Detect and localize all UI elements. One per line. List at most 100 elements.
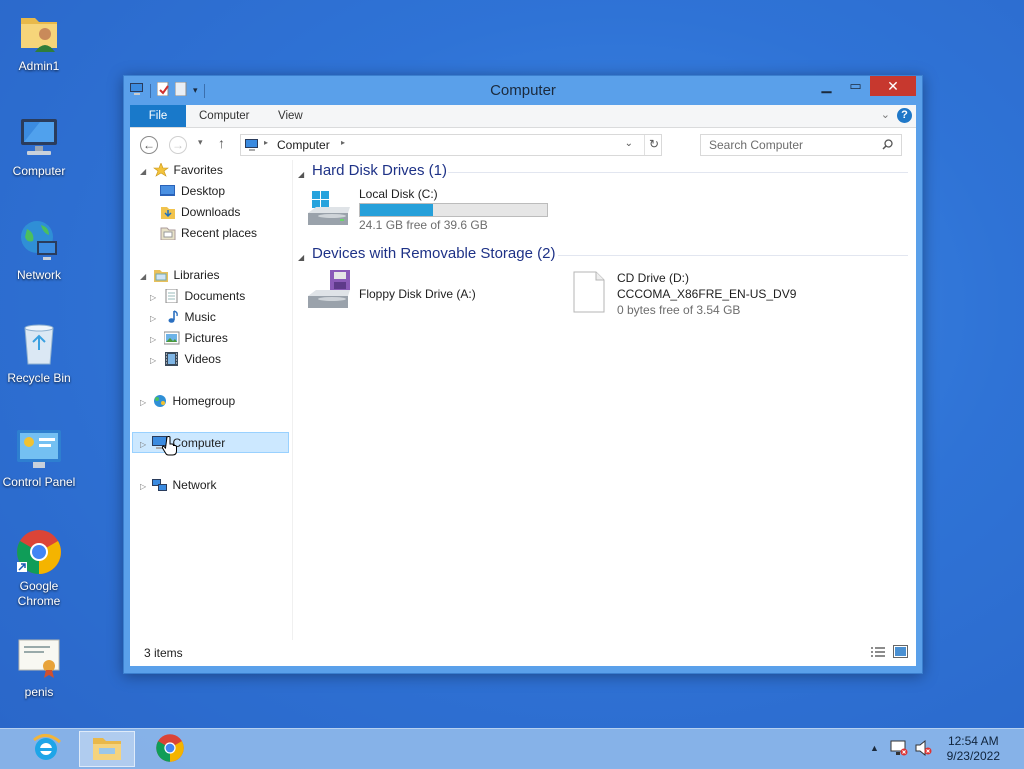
recent-places-icon	[160, 226, 176, 241]
collapsed-arrow-icon[interactable]: ▷	[140, 482, 146, 491]
internet-explorer-icon	[30, 732, 62, 767]
tab-view[interactable]: View	[278, 105, 303, 127]
desktop-icon-control-panel[interactable]: Control Panel	[0, 424, 78, 490]
nav-item-recent-places[interactable]: Recent places	[160, 223, 257, 243]
nav-item-label: Computer	[172, 436, 226, 450]
drive-item-floppy-a[interactable]: Floppy Disk Drive (A:)	[304, 268, 554, 316]
nav-item-music[interactable]: ▷ Music	[150, 307, 216, 327]
desktop-icon-computer[interactable]: Computer	[0, 113, 78, 179]
expanded-arrow-icon[interactable]: ◢	[140, 272, 146, 281]
taskbar-file-explorer[interactable]	[79, 731, 135, 767]
nav-item-homegroup[interactable]: ▷ Homegroup	[140, 391, 235, 411]
refresh-icon[interactable]: ↻	[649, 137, 659, 151]
drive-item-local-disk-c[interactable]: Local Disk (C:) 24.1 GB free of 39.6 GB	[304, 185, 554, 233]
minimize-button[interactable]: ▁	[812, 76, 841, 96]
details-view-icon[interactable]	[870, 646, 886, 662]
hand-cursor-icon	[161, 436, 178, 459]
certificate-icon	[15, 634, 63, 682]
drive-name: CD Drive (D:)	[617, 271, 689, 285]
title-bar[interactable]: ▾ Computer ▁ ▭ ✕	[124, 76, 922, 105]
taskbar-google-chrome[interactable]	[142, 731, 198, 767]
search-input[interactable]: Search Computer	[700, 134, 902, 156]
desktop-icon-label: Admin1	[18, 59, 60, 73]
taskbar-internet-explorer[interactable]	[18, 731, 74, 767]
navigation-bar: ← → ▾ ↑ ▸ Computer ▸ ⌄ ↻ Search Computer	[130, 128, 916, 161]
nav-item-label: Music	[184, 310, 216, 324]
help-icon[interactable]: ?	[897, 108, 912, 123]
volume-muted-icon[interactable]	[915, 739, 933, 759]
nav-item-network[interactable]: ▷ Network	[140, 475, 217, 495]
nav-item-downloads[interactable]: Downloads	[160, 202, 240, 222]
downloads-icon	[160, 205, 176, 219]
expanded-arrow-icon[interactable]: ◢	[140, 167, 146, 176]
tab-file[interactable]: File	[130, 105, 186, 127]
music-note-icon	[164, 310, 180, 324]
desktop-icon-google-chrome[interactable]: Google Chrome	[0, 528, 78, 609]
collapsed-arrow-icon[interactable]: ▷	[140, 440, 146, 449]
drive-name: Local Disk (C:)	[359, 187, 438, 201]
tab-computer[interactable]: Computer	[199, 105, 250, 127]
desktop-icon-label: Recycle Bin	[7, 371, 71, 385]
nav-item-documents[interactable]: ▷ Documents	[150, 286, 245, 306]
desktop-icon-admin1[interactable]: Admin1	[0, 8, 78, 74]
breadcrumb-chevron-icon[interactable]: ▸	[341, 138, 345, 147]
nav-item-label: Documents	[184, 289, 246, 303]
maximize-button[interactable]: ▭	[841, 76, 870, 96]
floppy-drive-icon	[306, 270, 354, 315]
desktop-icon-penis[interactable]: penis	[0, 634, 78, 700]
nav-item-libraries[interactable]: ◢ Libraries	[140, 265, 220, 285]
nav-item-label: Downloads	[181, 205, 241, 219]
nav-item-desktop[interactable]: Desktop	[160, 181, 225, 201]
nav-item-label: Homegroup	[172, 394, 236, 408]
recycle-bin-icon	[15, 320, 63, 368]
show-hidden-icons-chevron-icon[interactable]: ▲	[870, 743, 879, 753]
nav-item-label: Pictures	[184, 331, 228, 345]
drive-item-cd-d[interactable]: CD Drive (D:) CCCOMA_X86FRE_EN-US_DV9 0 …	[568, 268, 828, 317]
group-header-hard-disk-drives[interactable]: Hard Disk Drives (1)	[312, 162, 447, 179]
clock-time: 12:54 AM	[947, 734, 999, 748]
breadcrumb-computer[interactable]: Computer	[277, 138, 330, 152]
chrome-icon	[155, 733, 185, 766]
breadcrumb-chevron-icon[interactable]: ▸	[264, 138, 268, 147]
address-bar[interactable]: ▸ Computer ▸ ⌄ ↻	[240, 134, 662, 156]
up-arrow-icon[interactable]: ↑	[218, 135, 225, 151]
desktop-icon-network[interactable]: Network	[0, 217, 78, 283]
recent-locations-chevron-icon[interactable]: ▾	[198, 137, 203, 148]
system-clock[interactable]: 12:54 AM 9/23/2022	[947, 734, 1000, 764]
explorer-window[interactable]: ▾ Computer ▁ ▭ ✕ File Computer View ⌄ ? …	[123, 75, 923, 674]
collapsed-arrow-icon[interactable]: ▷	[150, 314, 156, 323]
pictures-icon	[163, 331, 180, 345]
nav-item-label: Desktop	[181, 184, 226, 198]
collapsed-arrow-icon[interactable]: ▷	[150, 293, 156, 302]
libraries-icon	[153, 268, 169, 282]
group-collapse-icon[interactable]: ◢	[298, 170, 304, 179]
desktop-icon-recycle-bin[interactable]: Recycle Bin	[0, 320, 78, 386]
large-icons-view-icon[interactable]	[893, 645, 908, 661]
homegroup-icon	[152, 394, 168, 408]
close-button[interactable]: ✕	[870, 76, 916, 96]
forward-button[interactable]: →	[169, 136, 187, 154]
nav-item-videos[interactable]: ▷ Videos	[150, 349, 221, 369]
nav-item-pictures[interactable]: ▷ Pictures	[150, 328, 228, 348]
blank-document-icon	[572, 270, 606, 317]
nav-item-label: Favorites	[173, 163, 223, 177]
window-controls: ▁ ▭ ✕	[812, 76, 916, 96]
collapsed-arrow-icon[interactable]: ▷	[150, 356, 156, 365]
group-header-removable-storage[interactable]: Devices with Removable Storage (2)	[312, 245, 555, 262]
expand-ribbon-chevron-icon[interactable]: ⌄	[881, 108, 890, 121]
group-divider	[448, 172, 908, 173]
address-dropdown-chevron-icon[interactable]: ⌄	[625, 138, 633, 149]
group-collapse-icon[interactable]: ◢	[298, 253, 304, 262]
network-tray-icon[interactable]	[890, 740, 908, 759]
nav-item-label: Videos	[184, 352, 221, 366]
search-icon	[882, 139, 893, 153]
user-folder-icon	[15, 8, 63, 56]
desktop-icon-label: Google Chrome	[17, 579, 61, 608]
nav-item-favorites[interactable]: ◢ Favorites	[140, 160, 223, 180]
back-button[interactable]: ←	[140, 136, 158, 154]
drive-name: Floppy Disk Drive (A:)	[359, 287, 476, 301]
collapsed-arrow-icon[interactable]: ▷	[150, 335, 156, 344]
collapsed-arrow-icon[interactable]: ▷	[140, 398, 146, 407]
nav-item-computer[interactable]: ▷ Computer	[140, 433, 225, 453]
taskbar: ▲ 12:54 AM 9/23/2022	[0, 728, 1024, 769]
